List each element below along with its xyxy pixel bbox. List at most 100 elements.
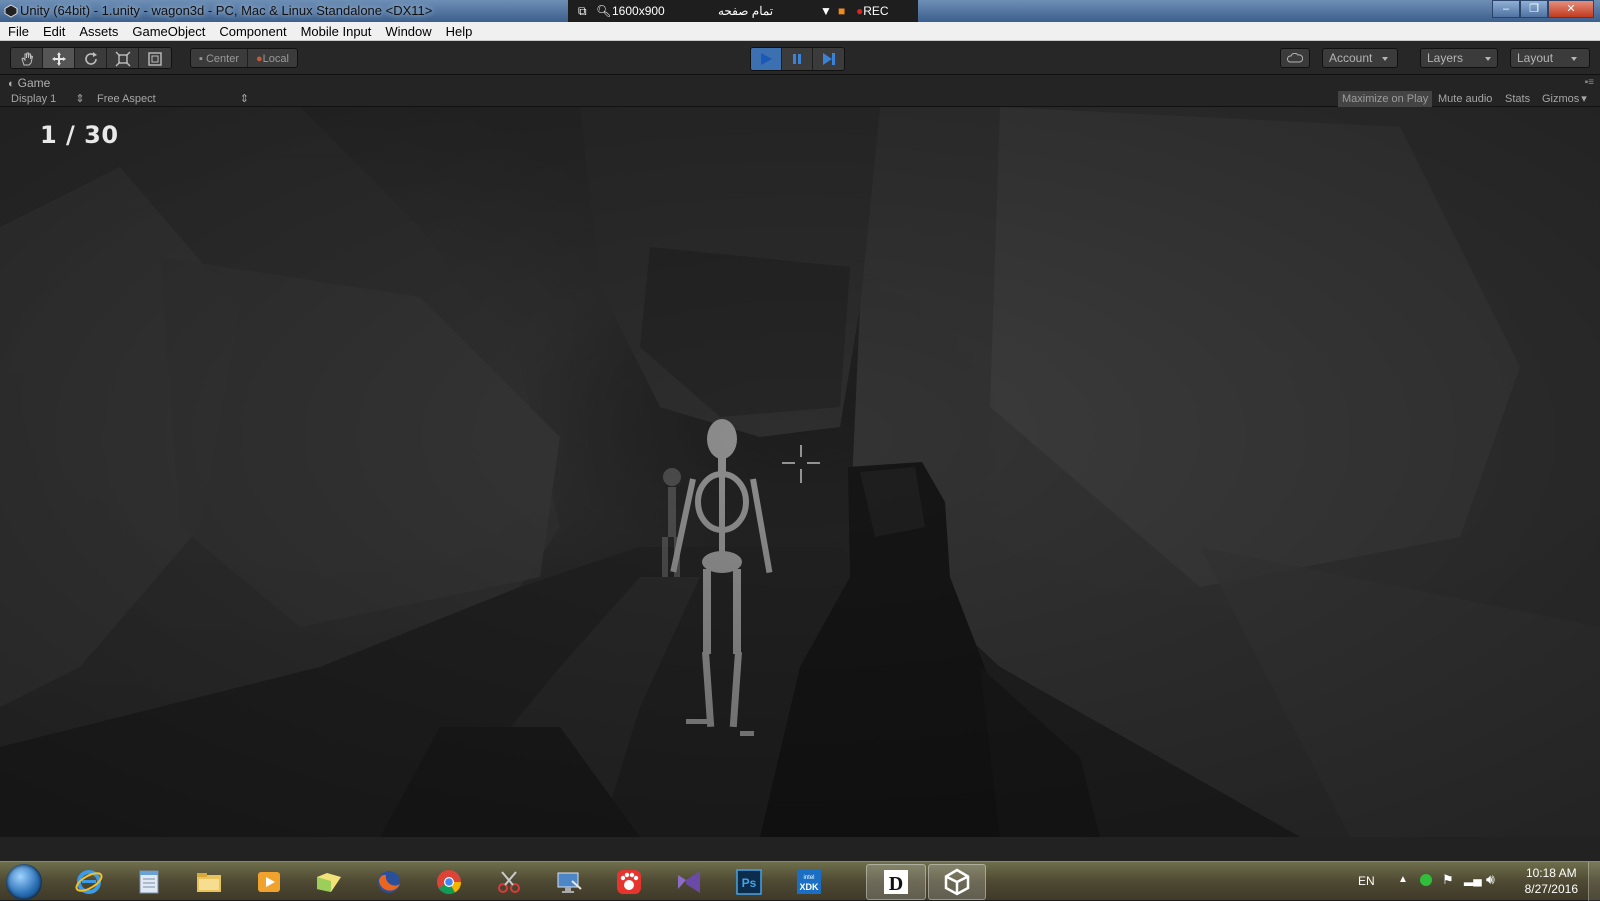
rotate-tool-button[interactable] bbox=[75, 48, 107, 68]
game-view-toolbar: Display 1 ⇕ Free Aspect ⇕ Maximize on Pla… bbox=[0, 91, 1600, 107]
cloud-icon bbox=[1286, 52, 1304, 63]
clock-date: 8/27/2016 bbox=[1524, 882, 1578, 896]
layout-dropdown[interactable]: Layout bbox=[1510, 48, 1590, 68]
taskbar-intel-xdk[interactable]: intel XDK bbox=[782, 864, 836, 900]
clock-time: 10:18 AM bbox=[1525, 866, 1577, 880]
step-icon bbox=[822, 53, 835, 65]
account-dropdown[interactable]: Account bbox=[1322, 48, 1398, 68]
maximize-on-play-toggle[interactable]: Maximize on Play bbox=[1338, 91, 1433, 107]
taskbar-file-explorer[interactable] bbox=[182, 864, 236, 900]
scale-tool-button[interactable] bbox=[107, 48, 139, 68]
pivot-local-button[interactable]: ●Local bbox=[248, 49, 297, 67]
ammo-counter: 1 / 30 bbox=[40, 121, 119, 149]
camera-icon[interactable]: ■ bbox=[838, 4, 845, 18]
show-desktop-button[interactable] bbox=[1588, 862, 1600, 901]
snipping-tool-icon bbox=[498, 871, 520, 893]
main-toolbar: ▪ Center ●Local Account Layers Layout bbox=[0, 41, 1600, 75]
recorder-mode[interactable]: تمام صفحه bbox=[718, 4, 773, 18]
pivot-center-icon: ▪ bbox=[199, 53, 203, 65]
pivot-local-icon: ● bbox=[256, 53, 263, 65]
chevron-down-icon[interactable]: ▼ bbox=[820, 4, 832, 18]
taskbar-paw-app[interactable] bbox=[602, 864, 656, 900]
menu-window[interactable]: Window bbox=[377, 24, 437, 39]
taskbar-snipping-tool[interactable] bbox=[482, 864, 536, 900]
step-button[interactable] bbox=[813, 48, 844, 70]
network-icon[interactable]: ▂▄ bbox=[1464, 872, 1482, 886]
rec-button[interactable]: ●REC bbox=[856, 4, 889, 18]
game-view-icon: ◐ bbox=[8, 78, 15, 90]
media-player-icon bbox=[258, 872, 280, 892]
rect-tool-button[interactable] bbox=[139, 48, 171, 68]
taskbar-folder-sync[interactable] bbox=[302, 864, 356, 900]
stepper-icon: ⇕ bbox=[75, 93, 85, 105]
taskbar-chrome[interactable] bbox=[422, 864, 476, 900]
start-button[interactable] bbox=[6, 864, 42, 900]
taskbar-notepad[interactable] bbox=[122, 864, 176, 900]
volume-icon[interactable]: 🔊︎ bbox=[1486, 871, 1495, 888]
play-icon bbox=[761, 53, 772, 65]
menu-bar: File Edit Assets GameObject Component Mo… bbox=[0, 22, 1600, 41]
tray-expand-icon[interactable]: ▲ bbox=[1398, 874, 1408, 885]
unity-icon bbox=[944, 868, 970, 896]
rotate-icon bbox=[84, 52, 97, 65]
close-button[interactable]: ✕ bbox=[1548, 0, 1594, 18]
chevron-down-icon: ▾ bbox=[1581, 93, 1587, 105]
taskbar-d-app[interactable]: D bbox=[866, 864, 926, 900]
firefox-icon bbox=[378, 871, 400, 893]
play-button[interactable] bbox=[751, 48, 782, 70]
scale-icon bbox=[115, 51, 130, 67]
pivot-center-button[interactable]: ▪ Center bbox=[191, 49, 248, 67]
taskbar-unity[interactable] bbox=[928, 864, 986, 900]
game-viewport[interactable]: 1 / 30 bbox=[0, 107, 1600, 837]
taskbar-visual-studio[interactable] bbox=[662, 864, 716, 900]
title-bar: Unity (64bit) - 1.unity - wagon3d - PC, … bbox=[0, 0, 1600, 22]
menu-component[interactable]: Component bbox=[211, 24, 292, 39]
internet-explorer-icon bbox=[75, 870, 103, 894]
photoshop-label: Ps bbox=[742, 876, 757, 890]
rec-label: REC bbox=[863, 4, 889, 18]
cloud-button[interactable] bbox=[1280, 48, 1310, 68]
menu-gameobject[interactable]: GameObject bbox=[124, 24, 211, 39]
move-tool-button[interactable] bbox=[43, 48, 75, 68]
taskbar-media-player[interactable] bbox=[242, 864, 296, 900]
layout-label: Layout bbox=[1517, 51, 1554, 65]
rect-icon bbox=[148, 52, 162, 66]
photoshop-icon: Ps bbox=[736, 869, 762, 895]
stats-toggle[interactable]: Stats bbox=[1501, 91, 1534, 107]
play-controls bbox=[750, 47, 845, 71]
taskbar-firefox[interactable] bbox=[362, 864, 416, 900]
taskbar-remote-desktop[interactable] bbox=[542, 864, 596, 900]
recorder-resolution: 1600x900 bbox=[612, 4, 665, 18]
tray-app-icon[interactable] bbox=[1420, 874, 1432, 886]
restore-icon[interactable]: ⧉ bbox=[578, 4, 587, 19]
zoom-icon[interactable]: 🔍︎ bbox=[596, 4, 611, 18]
minimize-button[interactable]: ‒ bbox=[1492, 0, 1520, 18]
menu-help[interactable]: Help bbox=[438, 24, 479, 39]
taskbar-internet-explorer[interactable] bbox=[62, 864, 116, 900]
layers-dropdown[interactable]: Layers bbox=[1420, 48, 1498, 68]
menu-assets[interactable]: Assets bbox=[71, 24, 124, 39]
display-label: Display 1 bbox=[11, 93, 57, 105]
display-dropdown[interactable]: Display 1 ⇕ bbox=[11, 92, 85, 105]
chevron-down-icon bbox=[1485, 56, 1492, 61]
mute-audio-toggle[interactable]: Mute audio bbox=[1434, 91, 1496, 107]
clock[interactable]: 10:18 AM 8/27/2016 bbox=[1525, 865, 1578, 897]
taskbar-photoshop[interactable]: Ps bbox=[722, 864, 776, 900]
hand-tool-button[interactable] bbox=[11, 48, 43, 68]
menu-edit[interactable]: Edit bbox=[35, 24, 71, 39]
language-indicator[interactable]: EN bbox=[1358, 874, 1375, 888]
paw-app-icon bbox=[617, 870, 641, 894]
menu-file[interactable]: File bbox=[0, 24, 35, 39]
xdk-label: XDK bbox=[799, 882, 819, 892]
menu-mobile-input[interactable]: Mobile Input bbox=[293, 24, 378, 39]
pivot-local-label: Local bbox=[262, 53, 289, 65]
tab-menu-icon[interactable]: ▪≡ bbox=[1585, 77, 1594, 88]
game-tab[interactable]: ◐ Game bbox=[8, 76, 50, 90]
screen-recorder-bar[interactable]: ⧉ 🔍︎ 1600x900 تمام صفحه ▼ ■ ●REC bbox=[568, 0, 918, 22]
flag-icon[interactable]: ⚑ bbox=[1442, 872, 1454, 888]
pause-button[interactable] bbox=[782, 48, 813, 70]
aspect-dropdown[interactable]: Free Aspect ⇕ bbox=[97, 92, 249, 105]
folder-sync-icon bbox=[317, 873, 341, 892]
gizmos-dropdown[interactable]: Gizmos ▾ bbox=[1538, 91, 1591, 107]
maximize-button[interactable]: ❐ bbox=[1520, 0, 1548, 18]
